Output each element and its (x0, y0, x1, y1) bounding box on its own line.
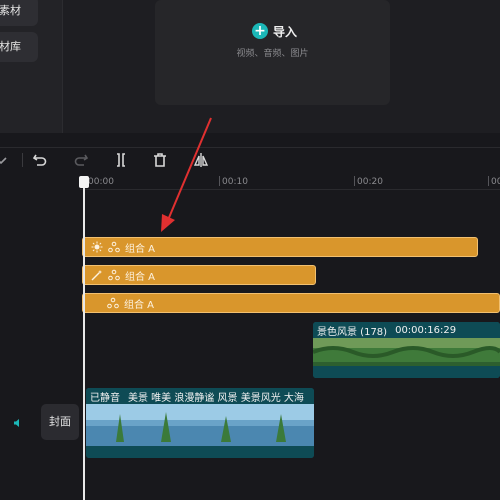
redo-icon[interactable] (72, 151, 90, 169)
clip-thumbnails (86, 404, 314, 458)
group-icon (108, 269, 120, 281)
sidebar-item-library[interactable]: 素材库 (0, 32, 38, 62)
ruler-baseline (80, 189, 500, 190)
ruler-label: 00 (491, 177, 500, 187)
sidebar-item-cloud[interactable]: 云素材 (0, 0, 38, 26)
clip-header: 已静音 美景 唯美 浪漫静谧 风景 美景风光 大海 (86, 388, 314, 404)
import-button[interactable]: + 导入 (252, 22, 297, 40)
playhead-handle[interactable] (79, 176, 89, 188)
wand-icon (91, 269, 103, 281)
ruler-tick (488, 176, 489, 186)
sidebar-item-label: 素材库 (0, 40, 21, 53)
video-clip[interactable]: 已静音 美景 唯美 浪漫静谧 风景 美景风光 大海 (86, 388, 314, 458)
delete-icon[interactable] (151, 151, 169, 169)
panel-divider (0, 133, 500, 148)
toolbar-separator (22, 153, 23, 167)
clip-label: 组合 A (125, 271, 156, 283)
group-icon (108, 241, 120, 253)
undo-icon[interactable] (31, 151, 49, 169)
ruler-label: 00:00 (88, 177, 114, 187)
ruler-tick (219, 176, 220, 186)
clip-label: 景色风景 (178) (317, 326, 388, 338)
group-icon (107, 297, 119, 309)
audio-clip[interactable]: 组合 A (82, 265, 316, 285)
clip-label: 组合 A (125, 243, 156, 255)
mute-label: 已静音 (90, 392, 120, 404)
cover-button[interactable]: 封面 (41, 404, 79, 440)
import-label: 导入 (273, 24, 298, 39)
sun-icon (91, 241, 103, 253)
split-icon[interactable] (112, 151, 130, 169)
ruler-label: 00:10 (222, 177, 248, 187)
clip-thumbnails (313, 338, 500, 378)
media-sidebar: 云素材 素材库 (0, 0, 63, 133)
clip-label: 组合 A (124, 299, 155, 311)
ruler-tick (354, 176, 355, 186)
ruler-label: 00:20 (357, 177, 383, 187)
sidebar-item-label: 云素材 (0, 4, 21, 17)
plus-icon: + (252, 23, 268, 39)
speaker-icon[interactable] (12, 417, 24, 429)
audio-clip[interactable]: 组合 A (82, 293, 500, 313)
mirror-icon[interactable] (192, 151, 210, 169)
video-clip[interactable]: 景色风景 (178) 00:00:16:29 (313, 322, 500, 378)
audio-clip[interactable]: 组合 A (82, 237, 478, 257)
clip-duration: 00:00:16:29 (395, 324, 457, 336)
clip-header: 景色风景 (178) 00:00:16:29 (313, 322, 500, 338)
chevron-down-icon[interactable] (0, 151, 10, 169)
import-hint: 视频、音频、图片 (236, 49, 309, 59)
playhead[interactable] (83, 176, 85, 500)
clip-caption: 美景 唯美 浪漫静谧 风景 美景风光 大海 (128, 392, 304, 404)
timeline-ruler[interactable]: 00:00 00:10 00:20 00 (80, 172, 500, 190)
timeline-toolbar (0, 148, 500, 172)
